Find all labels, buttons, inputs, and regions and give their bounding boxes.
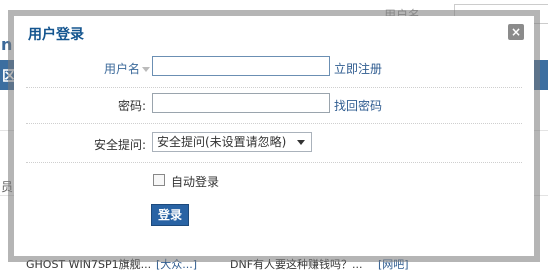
- chevron-down-icon: [297, 140, 305, 145]
- password-input[interactable]: [152, 93, 330, 113]
- chevron-down-icon[interactable]: [142, 67, 151, 72]
- login-dialog: 用户登录 × 用户名 立即注册 密码: 找回密码 安全提问: 安全提问(未设置请…: [14, 16, 534, 256]
- register-link[interactable]: 立即注册: [334, 60, 382, 77]
- row-divider: [26, 162, 522, 163]
- security-question-value: 安全提问(未设置请忽略): [157, 135, 287, 149]
- login-button[interactable]: 登录: [151, 204, 189, 226]
- username-input[interactable]: [152, 56, 330, 76]
- dialog-title: 用户登录: [28, 27, 84, 43]
- security-question-label: 安全提问:: [94, 138, 147, 152]
- row-divider: [26, 87, 522, 88]
- auto-login-checkbox[interactable]: [153, 174, 165, 186]
- row-divider: [26, 123, 522, 124]
- username-label: 用户名: [104, 60, 151, 77]
- password-label: 密码:: [118, 99, 147, 113]
- close-icon[interactable]: ×: [508, 24, 524, 40]
- username-label-text: 用户名: [104, 62, 141, 76]
- forgot-password-link[interactable]: 找回密码: [334, 97, 382, 114]
- security-question-select[interactable]: 安全提问(未设置请忽略): [152, 132, 312, 152]
- auto-login-label: 自动登录: [171, 175, 220, 189]
